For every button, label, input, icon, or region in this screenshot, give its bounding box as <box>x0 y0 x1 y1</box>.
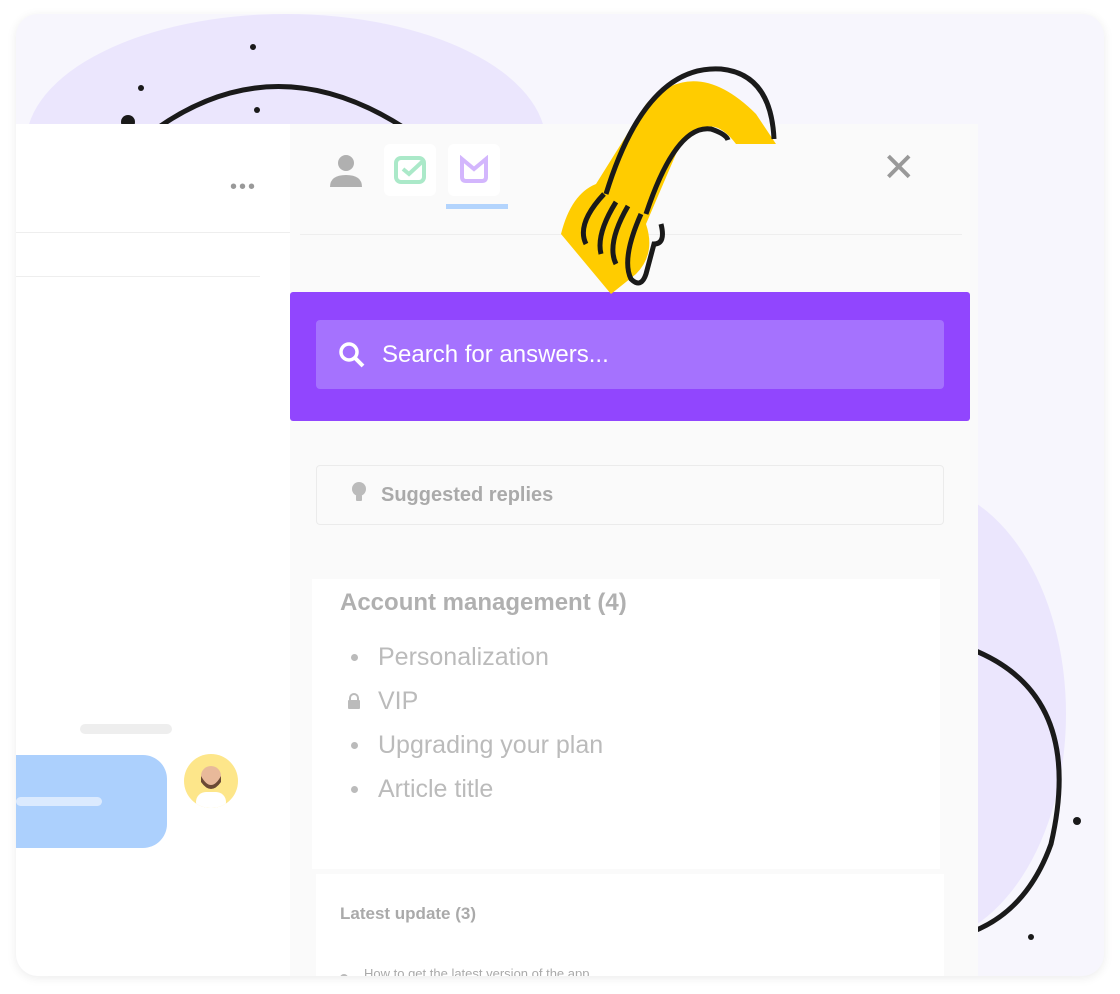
bullet-icon <box>340 731 368 759</box>
bullet-icon <box>340 775 368 803</box>
search-input[interactable]: Search for answers... <box>316 320 944 389</box>
article-title[interactable]: How to get the latest version of the app… <box>364 966 593 977</box>
suggested-replies-button[interactable]: Suggested replies <box>316 465 944 525</box>
article-item[interactable]: Personalization <box>340 635 912 679</box>
article-item[interactable]: Upgrading your plan <box>340 723 912 767</box>
category-section: Account management (4) Personalization V… <box>312 579 940 869</box>
avatar <box>184 754 238 808</box>
article-title[interactable]: Upgrading your plan <box>378 731 603 760</box>
chat-bubble-text-placeholder <box>16 797 102 806</box>
article-title[interactable]: VIP <box>378 687 418 716</box>
close-icon[interactable]: ✕ <box>882 148 916 188</box>
user-icon <box>330 155 362 187</box>
article-item[interactable]: VIP <box>340 679 912 723</box>
ellipsis-icon[interactable]: ••• <box>230 176 257 199</box>
search-header: Search for answers... <box>290 292 970 421</box>
tab-knowledge-base[interactable] <box>448 144 500 196</box>
bullet-icon <box>340 643 368 671</box>
category-title[interactable]: Account management (4) <box>340 589 912 617</box>
search-icon <box>339 341 365 367</box>
tab-user[interactable] <box>320 144 372 196</box>
article-item[interactable]: How to get the latest version of the app… <box>340 964 920 976</box>
article-item[interactable]: Article title <box>340 767 912 811</box>
tab-tasks[interactable] <box>384 144 436 196</box>
suggested-replies-label: Suggested replies <box>381 483 554 506</box>
article-title[interactable]: Personalization <box>378 643 549 672</box>
latest-update-title[interactable]: Latest update (3) <box>340 904 920 924</box>
search-placeholder: Search for answers... <box>382 340 609 368</box>
divider <box>16 232 290 233</box>
lock-icon <box>340 687 368 715</box>
latest-update-section: Latest update (3) How to get the latest … <box>316 874 944 976</box>
bullet-icon <box>340 974 348 976</box>
message-placeholder <box>80 724 172 734</box>
article-title[interactable]: Article title <box>378 775 493 804</box>
knowledge-book-icon <box>460 155 488 183</box>
pointing-hand-illustration <box>561 66 777 294</box>
illustration-card: ••• ✕ Search for answers... Suggested re… <box>16 14 1104 976</box>
lightbulb-icon <box>351 481 367 509</box>
chat-panel: ••• <box>16 124 290 976</box>
divider <box>16 276 260 277</box>
active-tab-indicator <box>446 204 508 209</box>
checkbox-icon <box>394 156 426 184</box>
